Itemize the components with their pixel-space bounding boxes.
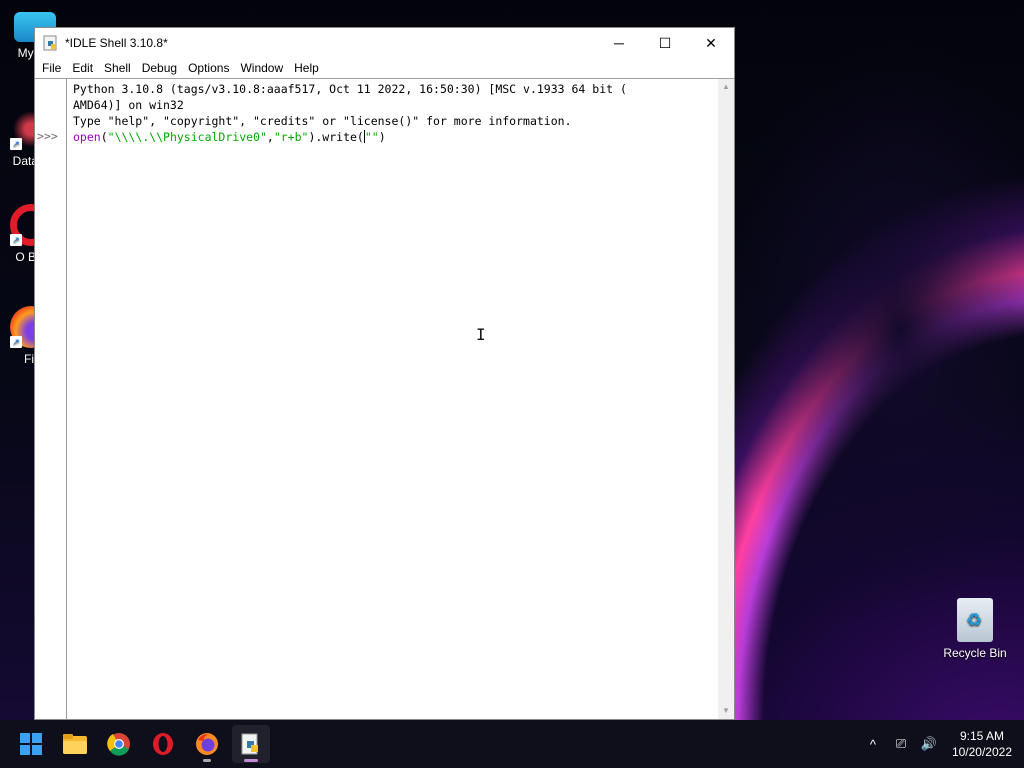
code-punct: ) [378,130,386,144]
file-explorer-icon [63,734,87,754]
chrome-icon [107,733,130,756]
clock[interactable]: 9:15 AM 10/20/2022 [952,728,1012,760]
system-tray: ^ ⎚ 🔊 9:15 AM 10/20/2022 [862,720,1024,768]
idle-python-icon [43,35,57,51]
input-line[interactable]: open("\\\\.\\PhysicalDrive0","r+b").writ… [73,129,718,145]
idle-shell-window: *IDLE Shell 3.10.8* ─ ☐ ✕ File Edit Shel… [34,27,735,720]
menu-edit[interactable]: Edit [67,61,98,75]
banner-line: Python 3.10.8 (tags/v3.10.8:aaaf517, Oct… [73,82,627,96]
shell-prompt: >>> [37,129,58,143]
shortcut-arrow-icon: ↗ [10,234,22,246]
shortcut-arrow-icon: ↗ [10,138,22,150]
start-icon [20,733,42,755]
vertical-scrollbar[interactable]: ▲ ▼ [718,79,734,719]
scroll-up-icon[interactable]: ▲ [718,79,734,95]
code-punct: ( [100,130,108,144]
code-string: "r+b" [273,130,309,144]
maximize-button[interactable]: ☐ [642,28,688,58]
window-title: *IDLE Shell 3.10.8* [65,36,168,50]
running-indicator [203,759,211,762]
scroll-down-icon[interactable]: ▼ [718,703,734,719]
banner-line: Type "help", "copyright", "credits" or "… [73,114,572,128]
menu-shell[interactable]: Shell [99,61,136,75]
taskbar-file-explorer[interactable] [56,725,94,763]
minimize-button[interactable]: ─ [596,28,642,58]
ibeam-cursor-icon: I [476,325,486,344]
shortcut-arrow-icon: ↗ [10,336,22,348]
desktop-icon-recycle-bin[interactable]: ♻ Recycle Bin [940,598,1010,660]
code-punct: , [266,130,274,144]
code-string: "\\\\.\\PhysicalDrive0" [107,130,267,144]
menu-file[interactable]: File [37,61,66,75]
shell-text-area[interactable]: Python 3.10.8 (tags/v3.10.8:aaaf517, Oct… [68,79,718,719]
menu-window[interactable]: Window [235,61,288,75]
code-string: " [371,130,379,144]
banner-line: AMD64)] on win32 [73,98,184,112]
prompt-gutter: >>> [35,79,67,719]
taskbar: ^ ⎚ 🔊 9:15 AM 10/20/2022 [0,720,1024,768]
chevron-up-icon[interactable]: ^ [862,737,884,752]
menu-help[interactable]: Help [289,61,324,75]
start-button[interactable] [12,725,50,763]
shell-area: >>> Python 3.10.8 (tags/v3.10.8:aaaf517,… [35,78,734,719]
clock-time: 9:15 AM [959,729,1004,743]
active-indicator [244,759,258,762]
taskbar-idle[interactable] [232,725,270,763]
taskbar-opera[interactable] [144,725,182,763]
menu-options[interactable]: Options [183,61,234,75]
recycle-bin-label: Recycle Bin [943,646,1007,660]
close-button[interactable]: ✕ [688,28,734,58]
volume-icon[interactable]: 🔊 [918,736,940,752]
taskbar-chrome[interactable] [100,725,138,763]
code-builtin: open [73,130,101,144]
network-icon[interactable]: ⎚ [890,736,912,752]
menu-debug[interactable]: Debug [137,61,182,75]
firefox-icon [196,733,218,755]
title-bar[interactable]: *IDLE Shell 3.10.8* ─ ☐ ✕ [35,28,734,58]
menu-bar: File Edit Shell Debug Options Window Hel… [35,58,734,78]
taskbar-firefox[interactable] [188,725,226,763]
recycle-bin-icon: ♻ [957,598,993,642]
opera-icon [153,733,173,755]
clock-date: 10/20/2022 [951,745,1012,759]
code-punct: ).write( [308,130,364,144]
code-string: " [364,130,372,144]
idle-python-icon [241,733,258,755]
